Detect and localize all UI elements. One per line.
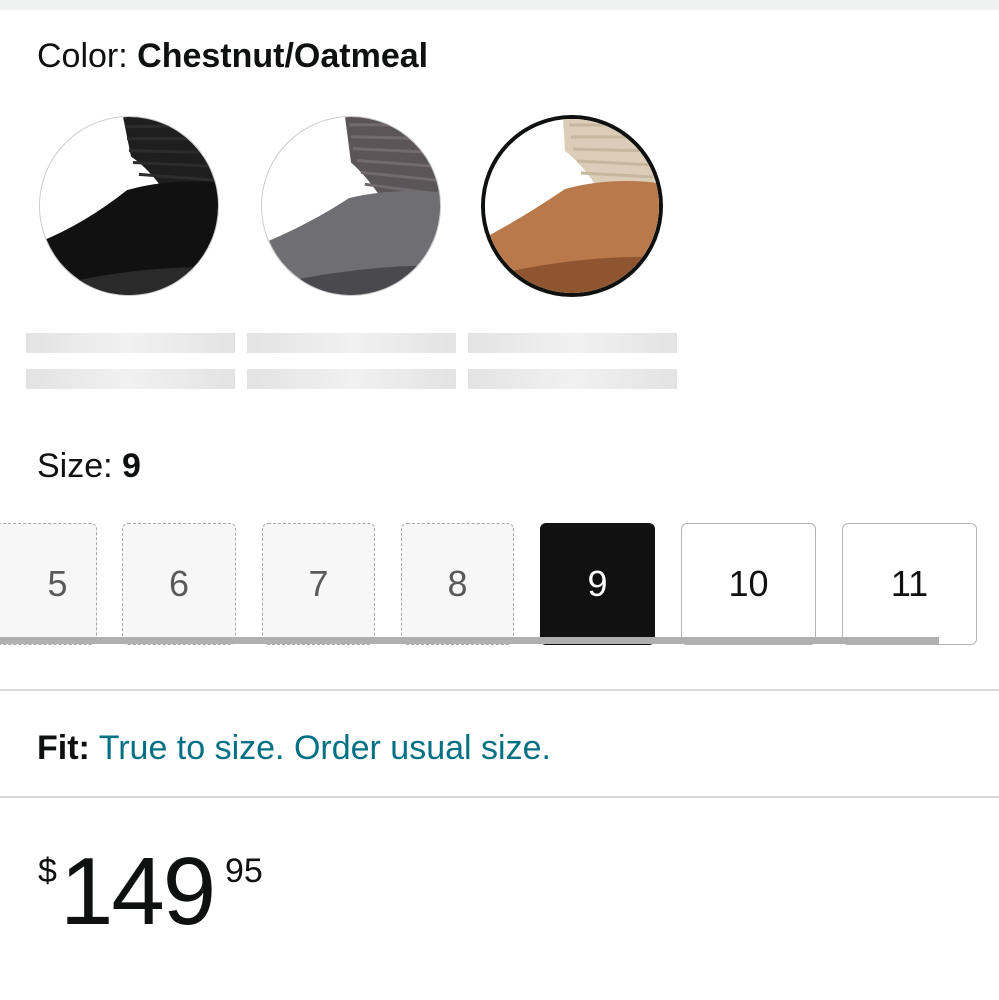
section-divider bbox=[0, 796, 999, 798]
fit-info: Fit: True to size. Order usual size. bbox=[37, 728, 551, 768]
price-symbol: $ bbox=[38, 852, 57, 890]
size-option-11[interactable]: 11 bbox=[842, 523, 977, 645]
size-option-6[interactable]: 6 bbox=[122, 523, 236, 645]
size-option-9[interactable]: 9 bbox=[540, 523, 655, 645]
section-divider bbox=[0, 689, 999, 691]
price-whole: 149 bbox=[60, 838, 216, 945]
size-option-5[interactable]: 5 bbox=[0, 523, 97, 645]
fit-label: Fit: bbox=[37, 729, 90, 767]
size-option-10[interactable]: 10 bbox=[681, 523, 816, 645]
price-fraction: 95 bbox=[225, 852, 263, 890]
size-options-scroller[interactable]: 5 6 7 8 9 10 11 bbox=[0, 0, 999, 660]
fit-link[interactable]: True to size. Order usual size. bbox=[99, 729, 551, 767]
size-scrollbar[interactable] bbox=[0, 637, 939, 644]
size-option-8[interactable]: 8 bbox=[401, 523, 514, 645]
size-option-7[interactable]: 7 bbox=[262, 523, 375, 645]
